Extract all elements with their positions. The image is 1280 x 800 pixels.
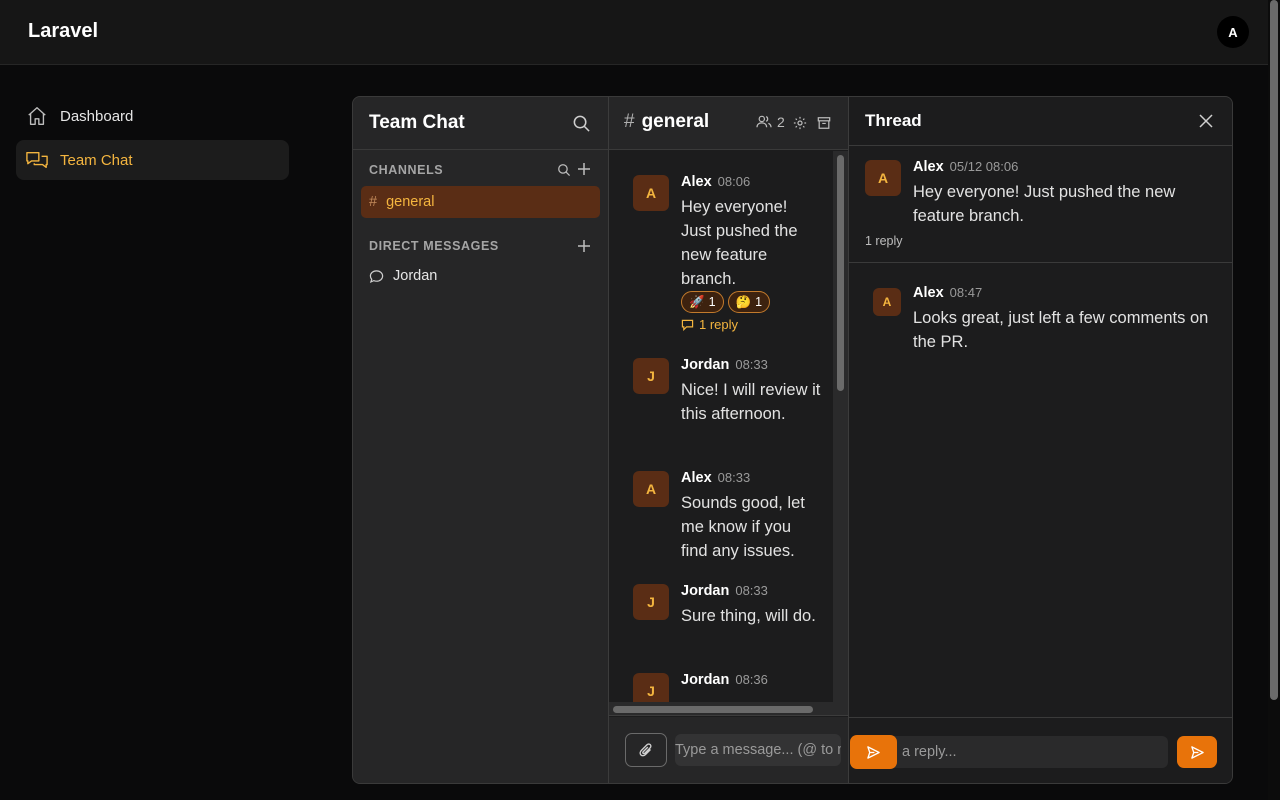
message-time: 05/12 08:06 [949,159,1019,174]
avatar: J [633,584,669,620]
top-bar: Laravel A [0,0,1268,65]
chat-panel: Team Chat CHANNELS # general DIRECT MESS… [352,96,1233,784]
reply-input[interactable] [859,736,1168,768]
message-author: Alex [681,470,712,486]
channel-view: # general 2 A Alex 08:06 Hey everyone! Jus… [609,97,849,783]
message-author: Alex [913,159,944,175]
dm-name: Jordan [393,268,438,284]
message-author: Jordan [681,583,730,599]
message-text: Looks great, just left a few comments on… [913,309,1209,351]
avatar: A [873,288,901,316]
reactions: 🚀 1 🤔 1 [681,291,771,313]
avatar: A [633,471,669,507]
message-author: Jordan [681,672,730,688]
brand-logo[interactable]: Laravel [28,20,98,43]
thread-parent-message: A Alex 05/12 08:06 Hey everyone! Just pus… [849,146,1232,263]
message-list-scrollbar[interactable] [833,151,848,702]
thread-reply-link[interactable]: 1 reply [681,317,738,332]
message-author: Alex [913,285,944,301]
sidebar-title: Team Chat [369,112,465,133]
message-input[interactable] [675,734,841,766]
channel-hash: # [624,111,635,132]
gear-icon[interactable] [793,116,807,130]
search-channels-icon[interactable] [557,163,571,177]
members-button[interactable]: 2 [756,114,785,130]
reaction-thinking[interactable]: 🤔 1 [727,291,771,313]
user-avatar[interactable]: A [1217,16,1249,48]
message-time: 08:36 [735,672,768,687]
paperclip-icon [639,743,652,757]
thread-composer [849,717,1232,783]
message-list[interactable]: A Alex 08:06 Hey everyone! Just pushed th… [609,151,848,702]
nav-item-team-chat[interactable]: Team Chat [16,140,289,180]
message-time: 08:06 [717,174,751,189]
members-icon [756,115,772,128]
nav-item-label: Dashboard [60,107,134,125]
channel-item-general[interactable]: # general [361,186,600,218]
reaction-rocket[interactable]: 🚀 1 [681,291,724,313]
message-author: Jordan [681,357,730,373]
message-time: 08:33 [735,583,768,598]
chat-bubble-icon [369,269,384,284]
sidebar-header: Team Chat [353,97,608,150]
message-composer [609,717,848,783]
send-message-button[interactable] [850,735,897,769]
channel-header: # general 2 [609,97,848,150]
member-count: 2 [777,114,785,130]
page-scrollbar[interactable] [1268,0,1280,800]
message-text: Hey everyone! Just pushed the new featur… [913,183,1176,225]
message-text: Hey everyone! Just pushed the new featur… [681,198,798,288]
archive-icon[interactable] [817,116,831,130]
close-icon[interactable] [1199,114,1213,128]
send-icon [867,745,880,759]
add-dm-icon[interactable] [577,239,591,253]
reply-icon [681,319,694,331]
avatar: A [865,160,901,196]
nav-item-dashboard[interactable]: Dashboard [16,96,289,136]
message-text: Sounds good, let me know if you find any… [681,494,805,560]
send-icon [1190,745,1204,759]
message-list-hscrollbar[interactable] [609,702,848,716]
dm-section-label: DIRECT MESSAGES [369,239,499,253]
thread-panel: Thread A Alex 05/12 08:06 Hey everyone! J… [849,97,1232,783]
send-reply-button[interactable] [1177,736,1217,768]
message-text: Sure thing, will do. [681,607,816,625]
message-time: 08:33 [735,357,768,372]
message-time: 08:47 [949,285,983,300]
thread-title: Thread [865,111,922,130]
channel-hash: # [369,194,378,210]
chat-bubbles-icon [25,148,49,172]
channel-title-name: general [641,111,710,132]
channel-name: general [386,194,435,210]
channel-sidebar: Team Chat CHANNELS # general DIRECT MESS… [353,97,609,783]
home-icon [25,104,49,128]
nav-item-label: Team Chat [60,151,133,169]
reply-count: 1 reply [865,234,903,248]
search-icon[interactable] [572,114,591,133]
avatar: A [633,175,669,211]
channel-title: # general [624,111,709,133]
dm-item-jordan[interactable]: Jordan [369,268,437,284]
attach-button[interactable] [625,733,667,767]
channels-section-label: CHANNELS [369,163,444,177]
message-author: Alex [681,174,712,190]
message-time: 08:33 [717,470,751,485]
message-text: Nice! I will review it this afternoon. [681,381,821,423]
add-channel-icon[interactable] [577,162,591,176]
avatar: J [633,358,669,394]
avatar: J [633,673,669,702]
thread-header: Thread [849,97,1232,146]
